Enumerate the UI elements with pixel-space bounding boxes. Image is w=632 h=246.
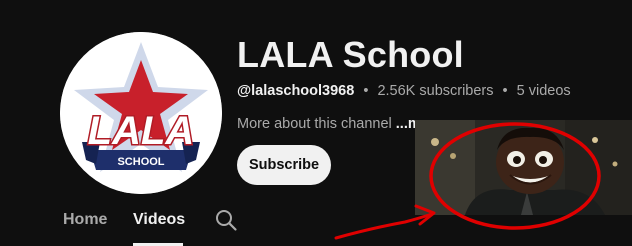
face-photo [415, 120, 632, 215]
meta-separator: • [502, 83, 508, 99]
logo-sub-text: SCHOOL [117, 156, 164, 168]
channel-name: LALA School [237, 34, 464, 75]
search-icon[interactable] [214, 208, 238, 232]
lala-school-logo: LALA SCHOOL [60, 32, 222, 194]
subscriber-count: 2.56K subscribers [377, 83, 494, 99]
about-text: More about this channel [237, 116, 392, 132]
channel-about[interactable]: More about this channel...more [237, 116, 443, 132]
channel-avatar: LALA SCHOOL [60, 32, 222, 194]
meta-separator: • [363, 83, 369, 99]
subscribe-button[interactable]: Subscribe [237, 145, 331, 185]
logo-main-text: LALA [88, 109, 195, 153]
tab-videos[interactable]: Videos [133, 211, 185, 229]
overlay-image [415, 120, 632, 215]
tab-home[interactable]: Home [63, 211, 107, 229]
video-count: 5 videos [516, 83, 571, 99]
channel-handle: @lalaschool3968 [237, 83, 355, 99]
channel-meta: @lalaschool3968 • 2.56K subscribers • 5 … [237, 83, 571, 99]
